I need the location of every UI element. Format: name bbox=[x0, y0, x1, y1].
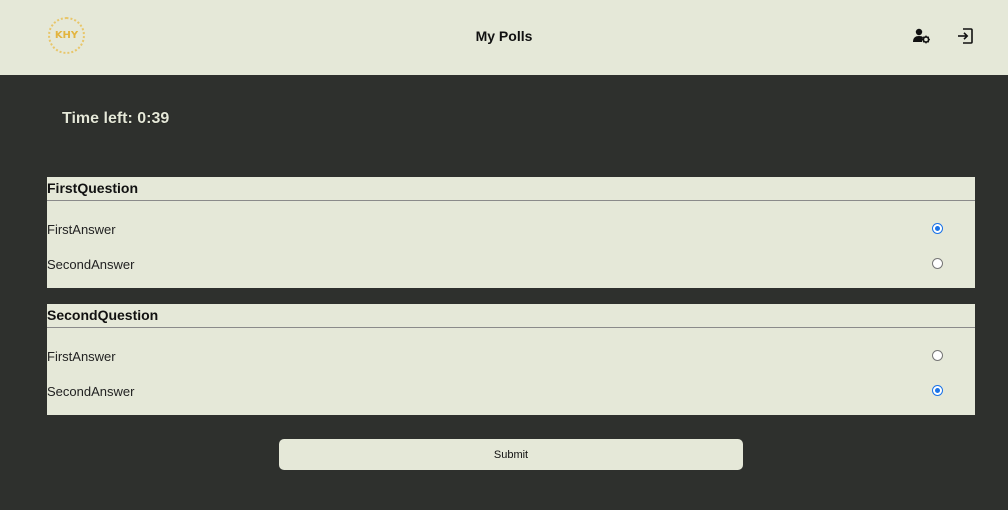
answer-radio[interactable] bbox=[932, 350, 943, 361]
answer-option[interactable]: SecondAnswer bbox=[47, 382, 975, 402]
answer-radio[interactable] bbox=[932, 385, 943, 396]
logout-icon bbox=[958, 28, 973, 44]
question-card: SecondQuestion FirstAnswer SecondAnswer bbox=[47, 304, 975, 415]
user-settings-icon bbox=[913, 28, 930, 44]
question-title: FirstQuestion bbox=[47, 177, 975, 201]
answer-radio[interactable] bbox=[932, 223, 943, 234]
answer-label: FirstAnswer bbox=[47, 349, 116, 364]
question-card: FirstQuestion FirstAnswer SecondAnswer bbox=[47, 177, 975, 288]
answer-label: SecondAnswer bbox=[47, 257, 135, 272]
top-bar: KHY My Polls bbox=[0, 0, 1008, 75]
answer-label: FirstAnswer bbox=[47, 222, 116, 237]
answer-option[interactable]: SecondAnswer bbox=[47, 255, 975, 275]
submit-button[interactable]: Submit bbox=[279, 439, 743, 470]
answer-radio[interactable] bbox=[932, 258, 943, 269]
user-settings-button[interactable] bbox=[912, 26, 932, 46]
answer-label: SecondAnswer bbox=[47, 384, 135, 399]
question-title: SecondQuestion bbox=[47, 304, 975, 328]
answer-option[interactable]: FirstAnswer bbox=[47, 347, 975, 367]
logout-button[interactable] bbox=[955, 26, 975, 46]
page-title: My Polls bbox=[475, 28, 533, 44]
answer-option[interactable]: FirstAnswer bbox=[47, 220, 975, 240]
time-left: Time left: 0:39 bbox=[62, 110, 170, 127]
